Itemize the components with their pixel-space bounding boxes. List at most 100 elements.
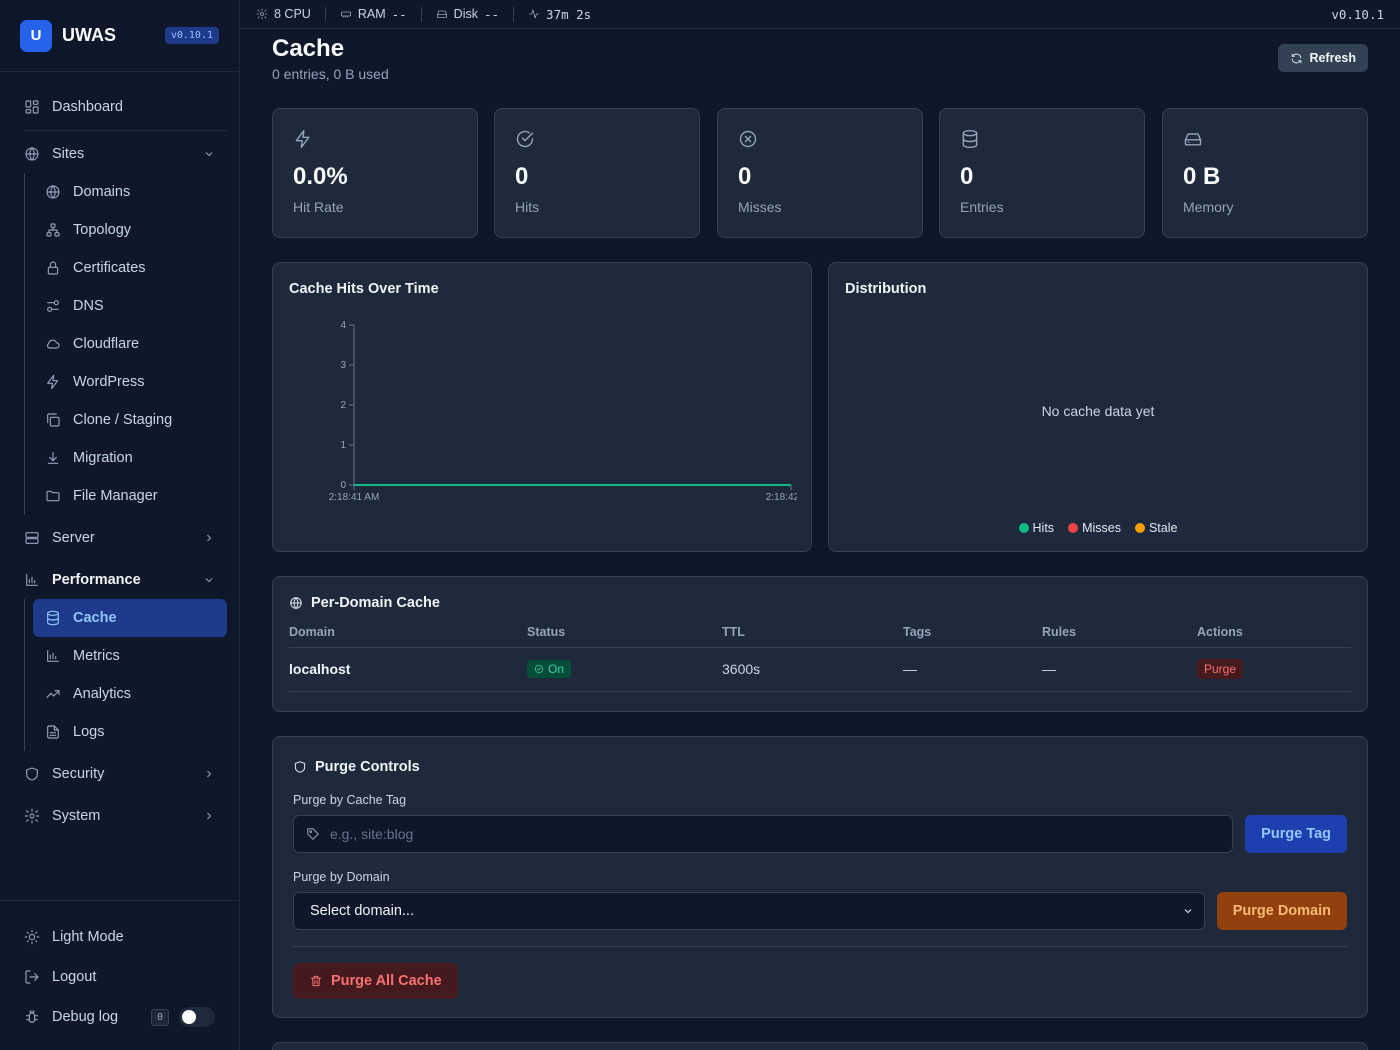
memory-icon xyxy=(340,11,351,18)
app-logo[interactable]: U xyxy=(20,19,52,52)
nav-label: File Manager xyxy=(73,488,158,504)
purge-tag-field xyxy=(293,815,1234,853)
legend-item-stale[interactable]: Stale xyxy=(1134,521,1177,535)
cloud-icon xyxy=(46,339,60,349)
dashboard-icon xyxy=(25,100,39,114)
purge-controls-card: Purge Controls Purge by Cache Tag Purge … xyxy=(272,736,1368,1018)
download-icon xyxy=(47,452,59,464)
y-tick-label: 0 xyxy=(340,480,346,491)
column-header[interactable]: Actions xyxy=(1197,625,1351,648)
page-title: Cache xyxy=(272,35,345,62)
ttl-cell: 3600s xyxy=(722,647,903,692)
sidebar: U UWAS v0.10.1 Dashboard Sites Domains T… xyxy=(0,0,240,1050)
logout-button[interactable]: Logout xyxy=(24,957,215,997)
disk-value: -- xyxy=(483,6,500,22)
purge-domain-row-button[interactable]: Purge xyxy=(1197,659,1244,679)
zap-icon xyxy=(295,129,310,149)
debug-count-badge: 0 xyxy=(150,1008,169,1026)
column-header[interactable]: Domain xyxy=(289,625,527,648)
gear-icon xyxy=(24,808,40,824)
column-header[interactable]: Rules xyxy=(1042,625,1197,648)
legend-item-misses[interactable]: Misses xyxy=(1068,521,1121,535)
uptime-stat: 37m 2s xyxy=(528,7,605,22)
nav-label: DNS xyxy=(73,298,104,314)
stat-card-memory: 0 B Memory xyxy=(1162,108,1368,238)
nav-dns[interactable]: DNS xyxy=(33,287,227,325)
domain-cache-table: Domain Status TTL Tags Rules Actions loc… xyxy=(289,625,1351,692)
nav-cache[interactable]: Cache xyxy=(33,599,227,637)
nav-label: Dashboard xyxy=(52,99,123,115)
nav-wordpress[interactable]: WordPress xyxy=(33,363,227,401)
legend-item-hits[interactable]: Hits xyxy=(1018,521,1054,535)
nav-server[interactable]: Server xyxy=(12,519,227,557)
light-mode-button[interactable]: Light Mode xyxy=(24,917,215,957)
stat-label: Hits xyxy=(515,199,540,215)
purge-domain-button[interactable]: Purge Domain xyxy=(1216,892,1347,930)
column-header[interactable]: TTL xyxy=(722,625,903,648)
nav-analytics[interactable]: Analytics xyxy=(33,675,227,713)
distribution-title: Distribution xyxy=(845,281,927,297)
nav-label: Cloudflare xyxy=(73,336,140,352)
purge-tag-input[interactable] xyxy=(330,826,1221,842)
nav-file-manager[interactable]: File Manager xyxy=(33,477,227,515)
cpu-value: 8 CPU xyxy=(274,7,311,21)
server-icon xyxy=(25,532,39,544)
refresh-label: Refresh xyxy=(1309,51,1356,65)
nav-cloudflare[interactable]: Cloudflare xyxy=(33,325,227,363)
nav-label: Sites xyxy=(52,146,85,162)
nav-security[interactable]: Security xyxy=(12,755,227,793)
file-text-icon xyxy=(47,725,59,739)
cpu-icon xyxy=(256,8,268,20)
nav-performance[interactable]: Performance xyxy=(12,561,227,599)
column-header[interactable]: Tags xyxy=(903,625,1042,648)
nav-label: Metrics xyxy=(73,648,120,664)
zap-icon xyxy=(47,374,59,390)
distribution-legend: Hits Misses Stale xyxy=(829,521,1367,535)
tags-cell: — xyxy=(903,647,1042,692)
main-nav: Dashboard Sites Domains Topology Certifi… xyxy=(12,88,227,835)
cache-hits-chart-card: Cache Hits Over Time 0 1 2 3 4 2:18:41 AM 2:18… xyxy=(272,262,812,552)
nav-logs[interactable]: Logs xyxy=(33,713,227,751)
nav-system[interactable]: System xyxy=(12,797,227,835)
chevron-down-icon xyxy=(205,152,213,157)
chart-title: Cache Hits Over Time xyxy=(289,281,439,297)
ram-value: -- xyxy=(391,6,407,22)
nav-certificates[interactable]: Certificates xyxy=(33,249,227,287)
ram-stat: RAM -- xyxy=(340,6,422,22)
nav-label: Cache xyxy=(73,610,117,626)
purge-tag-label: Purge by Cache Tag xyxy=(293,793,407,807)
purge-domain-label: Purge by Domain xyxy=(293,870,390,884)
nav-clone-staging[interactable]: Clone / Staging xyxy=(33,401,227,439)
stat-value: 0 xyxy=(738,163,752,190)
debug-log-row: Debug log 0 xyxy=(24,997,215,1037)
nav-label: Topology xyxy=(73,222,132,238)
status-bar: 8 CPU RAM -- Disk -- 37m 2s v0.10.1 xyxy=(240,0,1400,29)
globe-icon xyxy=(46,185,60,199)
purge-domain-select[interactable]: Select domain... xyxy=(293,892,1205,930)
nav-topology[interactable]: Topology xyxy=(33,211,227,249)
nav-domains[interactable]: Domains xyxy=(33,173,227,211)
debug-log-toggle[interactable] xyxy=(179,1007,215,1027)
nav-label: Server xyxy=(52,530,95,546)
purge-tag-button[interactable]: Purge Tag xyxy=(1245,815,1347,853)
column-header[interactable]: Status xyxy=(527,625,722,648)
stat-card-hits: 0 Hits xyxy=(494,108,700,238)
nav-sites[interactable]: Sites xyxy=(12,135,227,173)
nav-metrics[interactable]: Metrics xyxy=(33,637,227,675)
app-version: v0.10.1 xyxy=(1331,6,1384,22)
activity-icon xyxy=(529,9,539,19)
nav-label: Security xyxy=(52,766,105,782)
purge-all-cache-button[interactable]: Purge All Cache xyxy=(293,963,458,999)
status-badge: On xyxy=(527,660,572,678)
refresh-button[interactable]: Refresh xyxy=(1278,44,1368,72)
globe-icon xyxy=(290,597,302,609)
nav-migration[interactable]: Migration xyxy=(33,439,227,477)
folder-icon xyxy=(46,490,60,502)
nav-label: Migration xyxy=(73,450,133,466)
next-section-card xyxy=(272,1042,1368,1050)
stat-label: Misses xyxy=(738,199,782,215)
version-badge: v0.10.1 xyxy=(164,27,219,44)
nav-dashboard[interactable]: Dashboard xyxy=(12,88,227,126)
stat-value: 0 xyxy=(515,163,529,190)
sites-submenu: Domains Topology Certificates DNS Cloudf… xyxy=(24,173,227,515)
